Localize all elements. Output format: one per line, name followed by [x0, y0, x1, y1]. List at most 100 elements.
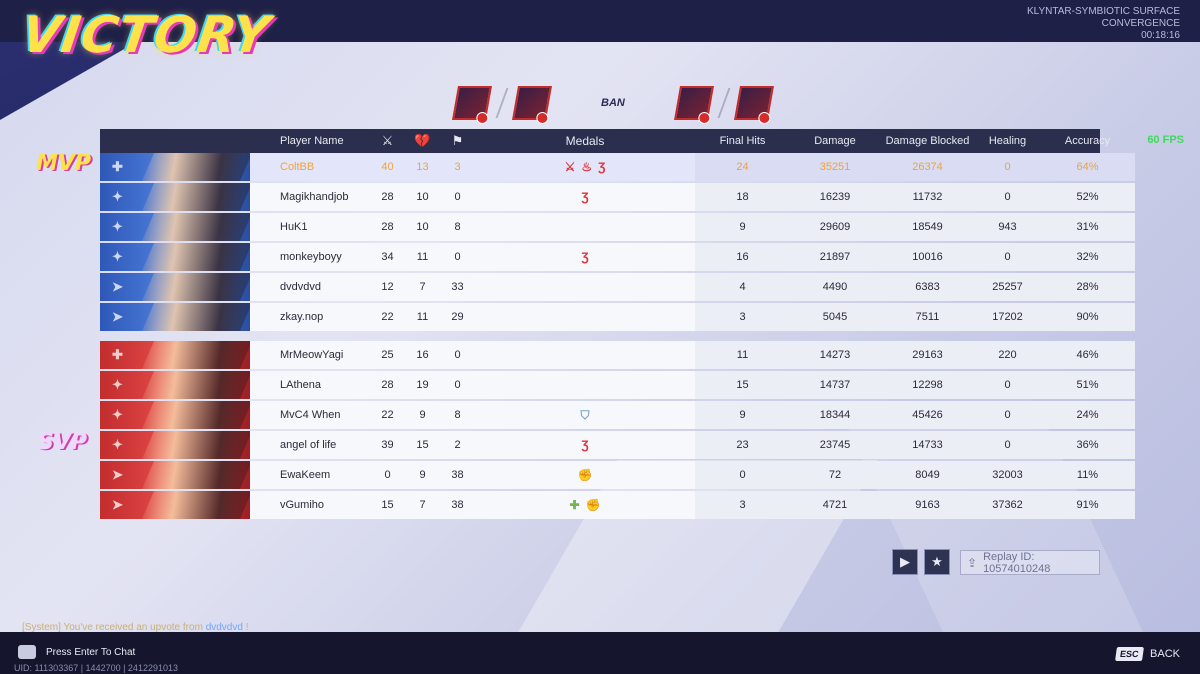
chat-icon — [18, 645, 36, 659]
duelist-icon: ✦ — [112, 407, 123, 422]
damage-blocked-value: 18549 — [880, 213, 975, 241]
hero-portrait: ✦ — [100, 431, 250, 459]
favorite-button[interactable]: ★ — [924, 549, 950, 575]
table-row[interactable]: ✚ MrMeowYagi 25 16 0 11 14273 29163 220 … — [100, 341, 1135, 369]
table-row[interactable]: ✦ angel of life 39 15 2 Ʒ 23 23745 14733… — [100, 431, 1135, 459]
kills-value: 22 — [381, 409, 394, 421]
player-name[interactable]: monkeyboyy — [250, 251, 370, 263]
damage-value: 16239 — [790, 183, 880, 211]
col-medals: Medals — [565, 134, 605, 148]
damage-value: 14737 — [790, 371, 880, 399]
map-name-line2: CONVERGENCE — [1101, 18, 1180, 29]
mvp-label: MVP — [36, 151, 92, 176]
assists-value: 29 — [451, 311, 464, 323]
player-name[interactable]: vGumiho — [250, 499, 370, 511]
medals-cell: Ʒ — [475, 438, 695, 452]
medals-cell: Ʒ — [475, 250, 695, 264]
hero-face — [142, 341, 250, 369]
hero-face — [142, 491, 250, 519]
player-name[interactable]: EwaKeem — [250, 469, 370, 481]
table-row[interactable]: ✦ LAthena 28 19 0 15 14737 12298 0 51% — [100, 371, 1135, 399]
player-name[interactable]: ColtBB — [250, 161, 370, 173]
back-label: BACK — [1150, 648, 1180, 660]
table-row[interactable]: ✦ HuK1 28 10 8 9 29609 18549 943 31% — [100, 213, 1135, 241]
kills-value: 15 — [381, 499, 394, 511]
duelist-icon: ✦ — [112, 437, 123, 452]
healing-value: 0 — [975, 243, 1040, 271]
player-name[interactable]: dvdvdvd — [250, 281, 370, 293]
medals-cell: ⚔ ♨ Ʒ — [475, 160, 695, 174]
kills-value: 22 — [381, 311, 394, 323]
chat-hint-label: Press Enter To Chat — [46, 646, 136, 658]
medals-cell: ✚ ✊ — [475, 498, 695, 512]
esc-key-hint: ESC — [1114, 647, 1144, 661]
accuracy-value: 24% — [1040, 401, 1135, 429]
map-name-line1: KLYNTAR-SYMBIOTIC SURFACE — [1027, 6, 1180, 17]
vanguard-icon: ✚ — [112, 347, 123, 362]
hero-face — [142, 273, 250, 301]
strategist-icon: ➤ — [112, 309, 123, 324]
back-button[interactable]: ESC BACK — [1114, 647, 1180, 661]
hero-face — [142, 213, 250, 241]
system-message: [System] You've received an upvote from … — [22, 622, 249, 633]
player-name[interactable]: HuK1 — [250, 221, 370, 233]
replay-id-button[interactable]: ⇪ Replay ID: 10574010248 — [960, 550, 1100, 575]
final-hits-value: 9 — [695, 213, 790, 241]
healing-value: 0 — [975, 371, 1040, 399]
player-name[interactable]: MvC4 When — [250, 409, 370, 421]
medal-icon: ✊ — [577, 468, 593, 482]
hero-portrait: ✦ — [100, 371, 250, 399]
damage-blocked-value: 12298 — [880, 371, 975, 399]
ban-divider — [495, 88, 509, 118]
ban-row: BAN — [452, 86, 774, 124]
fps-counter: 60 FPS — [1147, 134, 1184, 146]
player-name[interactable]: MrMeowYagi — [250, 349, 370, 361]
kills-value: 40 — [381, 161, 394, 173]
player-name[interactable]: Magikhandjob — [250, 191, 370, 203]
team-red-rows: ✚ MrMeowYagi 25 16 0 11 14273 29163 220 … — [100, 341, 1135, 519]
hero-face — [142, 243, 250, 271]
assists-value: 38 — [451, 469, 464, 481]
deaths-value: 7 — [419, 499, 426, 511]
hero-face — [142, 461, 250, 489]
system-message-player[interactable]: dvdvdvd — [206, 622, 243, 633]
kills-value: 28 — [381, 379, 394, 391]
player-name[interactable]: angel of life — [250, 439, 370, 451]
kills-value: 25 — [381, 349, 394, 361]
player-name[interactable]: zkay.nop — [250, 311, 370, 323]
final-hits-value: 24 — [695, 153, 790, 181]
hero-portrait: ✦ — [100, 401, 250, 429]
kills-value: 34 — [381, 251, 394, 263]
damage-value: 35251 — [790, 153, 880, 181]
play-button[interactable]: ▶ — [892, 549, 918, 575]
table-row[interactable]: ✚ ColtBB 40 13 3 ⚔ ♨ Ʒ 24 35251 26374 0 64… — [100, 153, 1135, 181]
table-row[interactable]: ➤ EwaKeem 0 9 38 ✊ 0 72 8049 32003 11% — [100, 461, 1135, 489]
damage-value: 23745 — [790, 431, 880, 459]
hero-face — [142, 183, 250, 211]
hero-portrait: ➤ — [100, 273, 250, 301]
deaths-value: 9 — [419, 409, 426, 421]
table-row[interactable]: ➤ dvdvdvd 12 7 33 4 4490 6383 25257 28% — [100, 273, 1135, 301]
assists-value: 2 — [454, 439, 461, 451]
final-hits-value: 0 — [695, 461, 790, 489]
ban-icon — [758, 112, 771, 124]
table-row[interactable]: ✦ Magikhandjob 28 10 0 Ʒ 18 16239 11732 … — [100, 183, 1135, 211]
hero-portrait: ✦ — [100, 183, 250, 211]
vanguard-icon: ✚ — [112, 159, 123, 174]
table-row[interactable]: ✦ MvC4 When 22 9 8 ⛉ 9 18344 45426 0 24% — [100, 401, 1135, 429]
healing-value: 0 — [975, 153, 1040, 181]
medals-cell: Ʒ — [475, 190, 695, 204]
player-name[interactable]: LAthena — [250, 379, 370, 391]
table-row[interactable]: ➤ vGumiho 15 7 38 ✚ ✊ 3 4721 9163 37362 9… — [100, 491, 1135, 519]
table-row[interactable]: ✦ monkeyboyy 34 11 0 Ʒ 16 21897 10016 0 … — [100, 243, 1135, 271]
accuracy-value: 64% — [1040, 153, 1135, 181]
chat-hint[interactable]: Press Enter To Chat — [18, 645, 135, 659]
accuracy-value: 11% — [1040, 461, 1135, 489]
deaths-value: 16 — [416, 349, 429, 361]
assists-value: 33 — [451, 281, 464, 293]
banned-hero-3 — [673, 86, 714, 124]
table-row[interactable]: ➤ zkay.nop 22 11 29 3 5045 7511 17202 90… — [100, 303, 1135, 331]
deaths-value: 11 — [416, 311, 429, 323]
ban-icon — [476, 112, 489, 124]
duelist-icon: ✦ — [112, 189, 123, 204]
